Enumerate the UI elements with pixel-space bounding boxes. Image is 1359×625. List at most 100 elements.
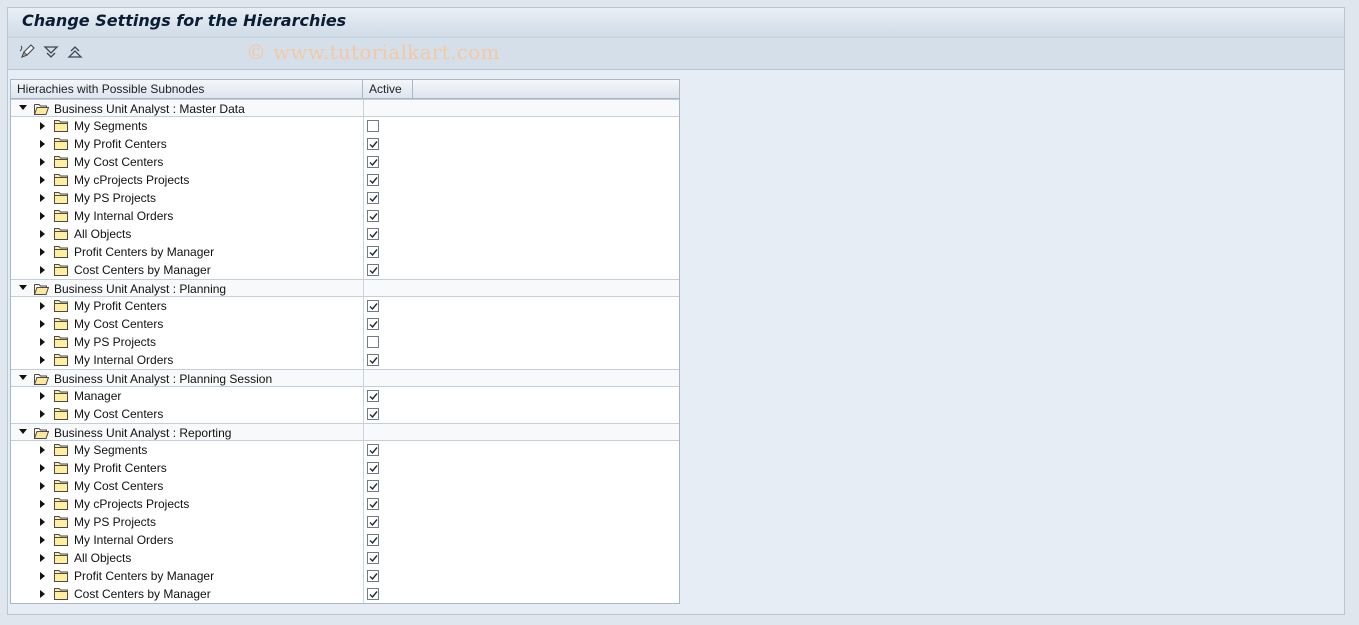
tree-node-row[interactable]: My PS Projects bbox=[11, 333, 679, 351]
tree-node-row[interactable]: My Segments bbox=[11, 441, 679, 459]
tree-node-row[interactable]: My Profit Centers bbox=[11, 297, 679, 315]
tree-node-row[interactable]: My PS Projects bbox=[11, 513, 679, 531]
collapse-arrow-icon[interactable] bbox=[18, 100, 28, 118]
active-checkbox[interactable] bbox=[367, 138, 379, 150]
active-checkbox[interactable] bbox=[367, 390, 379, 402]
expand-arrow-icon[interactable] bbox=[39, 135, 49, 153]
tree-node-label: All Objects bbox=[74, 227, 132, 241]
tree-node-label: My Internal Orders bbox=[74, 533, 174, 547]
active-checkbox[interactable] bbox=[367, 336, 379, 348]
expand-arrow-icon[interactable] bbox=[39, 171, 49, 189]
tree-node-row[interactable]: My Profit Centers bbox=[11, 459, 679, 477]
expand-arrow-icon[interactable] bbox=[39, 189, 49, 207]
collapse-arrow-icon[interactable] bbox=[18, 280, 28, 298]
active-checkbox[interactable] bbox=[367, 210, 379, 222]
tree-node-row[interactable]: Cost Centers by Manager bbox=[11, 585, 679, 603]
active-checkbox[interactable] bbox=[367, 534, 379, 546]
tree-node-row[interactable]: My Cost Centers bbox=[11, 405, 679, 423]
tree-node-row[interactable]: Profit Centers by Manager bbox=[11, 567, 679, 585]
expand-arrow-icon[interactable] bbox=[39, 243, 49, 261]
column-divider bbox=[363, 531, 364, 549]
folder-icon bbox=[54, 497, 69, 510]
expand-arrow-icon[interactable] bbox=[39, 441, 49, 459]
tree-node-row[interactable]: My Internal Orders bbox=[11, 351, 679, 369]
tree-node-row[interactable]: Profit Centers by Manager bbox=[11, 243, 679, 261]
expand-arrow-icon[interactable] bbox=[39, 513, 49, 531]
active-checkbox[interactable] bbox=[367, 174, 379, 186]
collapse-arrow-icon[interactable] bbox=[18, 424, 28, 442]
folder-icon bbox=[54, 515, 69, 528]
edit-pencil-icon[interactable] bbox=[19, 44, 39, 62]
column-divider bbox=[363, 477, 364, 495]
active-checkbox[interactable] bbox=[367, 246, 379, 258]
expand-arrow-icon[interactable] bbox=[39, 531, 49, 549]
active-checkbox[interactable] bbox=[367, 552, 379, 564]
collapse-all-icon[interactable] bbox=[67, 44, 87, 62]
active-checkbox[interactable] bbox=[367, 498, 379, 510]
tree-node-label: My PS Projects bbox=[74, 515, 157, 529]
tree-node-row[interactable]: Manager bbox=[11, 387, 679, 405]
expand-arrow-icon[interactable] bbox=[39, 225, 49, 243]
tree-node-row[interactable]: My cProjects Projects bbox=[11, 495, 679, 513]
tree-node-row[interactable]: My Segments bbox=[11, 117, 679, 135]
tree-node-row[interactable]: All Objects bbox=[11, 549, 679, 567]
collapse-arrow-icon[interactable] bbox=[18, 370, 28, 388]
active-checkbox[interactable] bbox=[367, 264, 379, 276]
active-checkbox[interactable] bbox=[367, 516, 379, 528]
active-checkbox[interactable] bbox=[367, 192, 379, 204]
active-checkbox[interactable] bbox=[367, 300, 379, 312]
tree-node-row[interactable]: My Cost Centers bbox=[11, 153, 679, 171]
active-checkbox[interactable] bbox=[367, 444, 379, 456]
expand-arrow-icon[interactable] bbox=[39, 351, 49, 369]
expand-arrow-icon[interactable] bbox=[39, 549, 49, 567]
active-checkbox[interactable] bbox=[367, 156, 379, 168]
tree-node-row[interactable]: My PS Projects bbox=[11, 189, 679, 207]
tree-group-label: Business Unit Analyst : Reporting bbox=[54, 426, 232, 440]
expand-arrow-icon[interactable] bbox=[39, 477, 49, 495]
active-checkbox[interactable] bbox=[367, 570, 379, 582]
expand-arrow-icon[interactable] bbox=[39, 567, 49, 585]
active-checkbox[interactable] bbox=[367, 120, 379, 132]
expand-arrow-icon[interactable] bbox=[39, 585, 49, 603]
column-header-active[interactable]: Active bbox=[363, 80, 413, 99]
expand-arrow-icon[interactable] bbox=[39, 459, 49, 477]
tree-node-row[interactable]: My cProjects Projects bbox=[11, 171, 679, 189]
expand-arrow-icon[interactable] bbox=[39, 153, 49, 171]
expand-arrow-icon[interactable] bbox=[39, 297, 49, 315]
tree-node-row[interactable]: My Cost Centers bbox=[11, 315, 679, 333]
tree-group-row[interactable]: Business Unit Analyst : Planning bbox=[11, 279, 679, 297]
column-header-hierarchy[interactable]: Hierachies with Possible Subnodes bbox=[11, 80, 363, 99]
active-checkbox[interactable] bbox=[367, 408, 379, 420]
expand-arrow-icon[interactable] bbox=[39, 117, 49, 135]
tree-group-row[interactable]: Business Unit Analyst : Reporting bbox=[11, 423, 679, 441]
active-checkbox[interactable] bbox=[367, 462, 379, 474]
expand-arrow-icon[interactable] bbox=[39, 405, 49, 423]
folder-icon bbox=[54, 551, 69, 564]
expand-arrow-icon[interactable] bbox=[39, 261, 49, 279]
tree-node-label: My Cost Centers bbox=[74, 317, 164, 331]
expand-all-icon[interactable] bbox=[43, 44, 63, 62]
expand-arrow-icon[interactable] bbox=[39, 495, 49, 513]
tree-node-row[interactable]: My Internal Orders bbox=[11, 531, 679, 549]
column-divider bbox=[363, 351, 364, 369]
active-checkbox[interactable] bbox=[367, 480, 379, 492]
expand-arrow-icon[interactable] bbox=[39, 387, 49, 405]
active-checkbox[interactable] bbox=[367, 354, 379, 366]
column-divider bbox=[363, 153, 364, 171]
active-checkbox[interactable] bbox=[367, 588, 379, 600]
tree-group-row[interactable]: Business Unit Analyst : Planning Session bbox=[11, 369, 679, 387]
folder-icon bbox=[54, 461, 69, 474]
tree-node-row[interactable]: My Internal Orders bbox=[11, 207, 679, 225]
tree-node-row[interactable]: Cost Centers by Manager bbox=[11, 261, 679, 279]
tree-node-row[interactable]: My Cost Centers bbox=[11, 477, 679, 495]
tree-node-label: My Segments bbox=[74, 119, 148, 133]
active-checkbox[interactable] bbox=[367, 228, 379, 240]
tree-node-row[interactable]: My Profit Centers bbox=[11, 135, 679, 153]
expand-arrow-icon[interactable] bbox=[39, 333, 49, 351]
tree-node-row[interactable]: All Objects bbox=[11, 225, 679, 243]
active-checkbox[interactable] bbox=[367, 318, 379, 330]
folder-icon bbox=[54, 335, 69, 348]
tree-group-row[interactable]: Business Unit Analyst : Master Data bbox=[11, 99, 679, 117]
expand-arrow-icon[interactable] bbox=[39, 315, 49, 333]
expand-arrow-icon[interactable] bbox=[39, 207, 49, 225]
